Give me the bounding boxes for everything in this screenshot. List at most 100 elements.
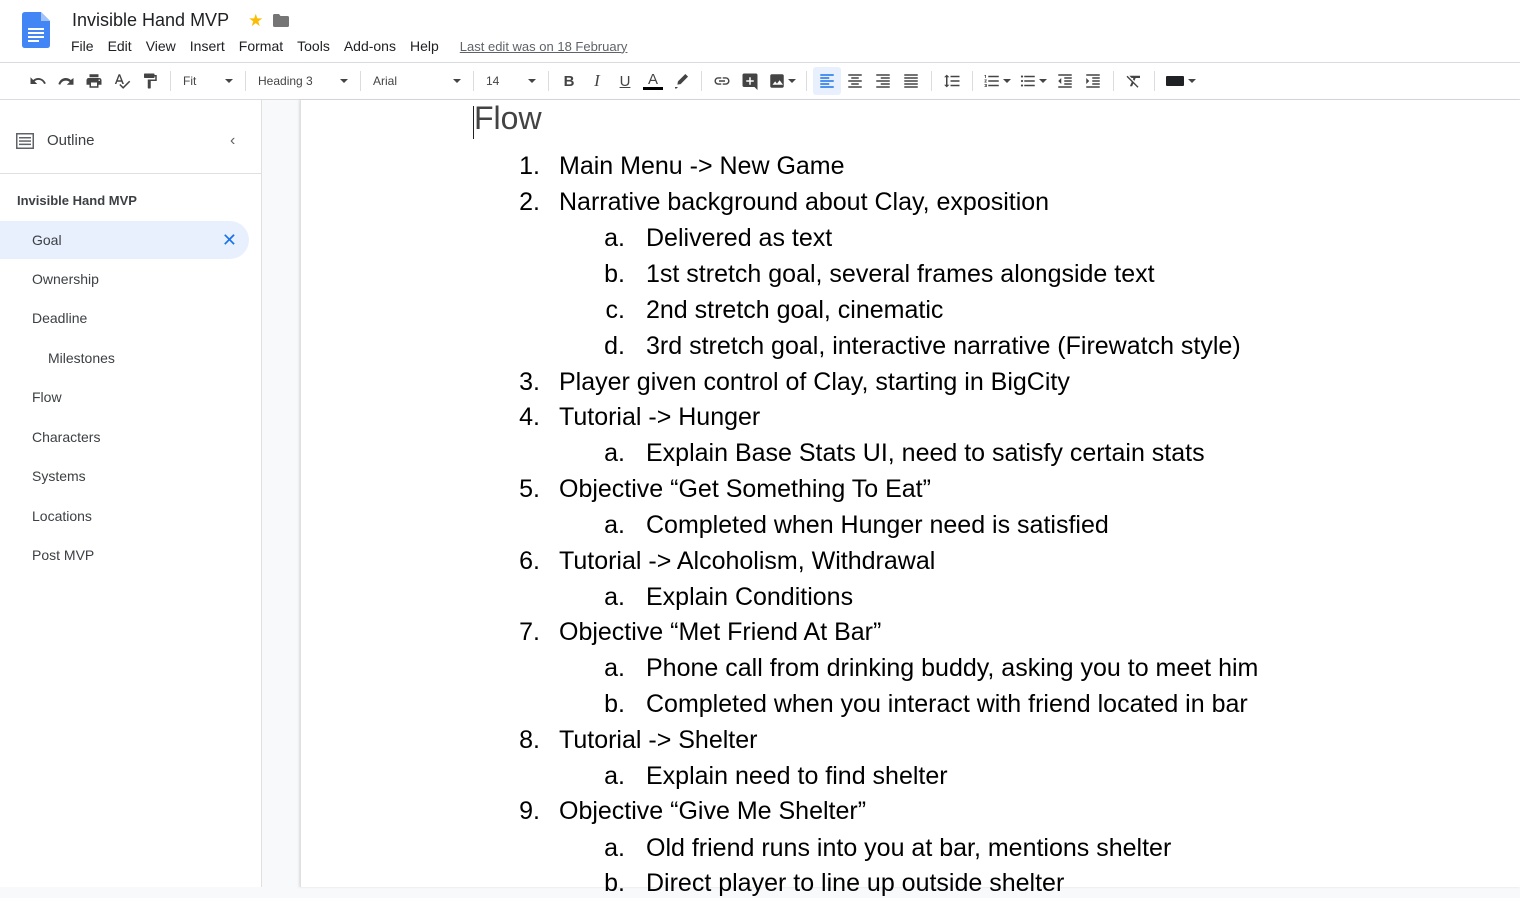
menu-file[interactable]: File xyxy=(64,36,101,56)
outline-item-locations[interactable]: Locations xyxy=(0,497,249,535)
close-icon[interactable]: ✕ xyxy=(222,230,237,251)
menu-view[interactable]: View xyxy=(139,36,183,56)
text-color-swatch xyxy=(643,86,663,90)
bold-button[interactable]: B xyxy=(555,67,583,95)
paint-format-icon[interactable] xyxy=(136,67,164,95)
list-text: Objective “Get Something To Eat” xyxy=(559,475,931,503)
list-number: a. xyxy=(604,654,625,682)
document-title[interactable]: Invisible Hand MVP xyxy=(71,8,230,33)
print-icon[interactable] xyxy=(80,67,108,95)
style-select[interactable]: Heading 3 xyxy=(252,67,354,95)
align-left-icon[interactable] xyxy=(813,67,841,95)
list-text: Tutorial -> Shelter xyxy=(559,726,758,754)
list-number: 9. xyxy=(519,797,540,825)
toolbar-divider xyxy=(473,71,474,91)
list-text: Explain Base Stats UI, need to satisfy c… xyxy=(646,439,1205,467)
document-page[interactable]: Flow 1. Main Menu -> New Game 2. Narrative… xyxy=(300,100,1520,897)
outline-item-ownership[interactable]: Ownership xyxy=(0,260,249,298)
list-text: Old friend runs into you at bar, mention… xyxy=(646,834,1172,862)
menu-addons[interactable]: Add-ons xyxy=(337,36,403,56)
undo-icon[interactable] xyxy=(24,67,52,95)
list-number: 8. xyxy=(519,726,540,754)
folder-icon[interactable] xyxy=(273,14,290,27)
chevron-down-icon xyxy=(1188,79,1196,83)
list-number: 1. xyxy=(519,152,540,180)
toolbar-divider xyxy=(806,71,807,91)
outline-icon xyxy=(16,133,34,149)
line-spacing-icon[interactable] xyxy=(938,67,966,95)
chevron-down-icon xyxy=(1039,79,1047,83)
outline-item-milestones[interactable]: Milestones xyxy=(0,339,249,377)
document-outline: Outline ‹ Invisible Hand MVP Goal ✕ Owne… xyxy=(0,100,262,887)
header-bar: Invisible Hand MVP ★ File Edit View Inse… xyxy=(0,0,1520,62)
outline-doc-title[interactable]: Invisible Hand MVP xyxy=(17,193,137,208)
link-icon[interactable] xyxy=(708,67,736,95)
toolbar-divider xyxy=(548,71,549,91)
outline-item-label: Characters xyxy=(32,429,101,445)
outline-item-flow[interactable]: Flow xyxy=(0,378,249,416)
list-number: c. xyxy=(605,296,625,324)
toolbar-divider xyxy=(1154,71,1155,91)
insert-image-icon[interactable] xyxy=(764,67,800,95)
font-size-value: 14 xyxy=(486,74,500,88)
add-comment-icon[interactable] xyxy=(736,67,764,95)
zoom-select[interactable]: Fit xyxy=(177,67,239,95)
list-text: Tutorial -> Hunger xyxy=(559,403,761,431)
font-size-select[interactable]: 14 xyxy=(480,67,542,95)
list-number: 2. xyxy=(519,188,540,216)
list-number: b. xyxy=(604,690,625,718)
increase-indent-icon[interactable] xyxy=(1079,67,1107,95)
menu-edit[interactable]: Edit xyxy=(101,36,139,56)
menu-format[interactable]: Format xyxy=(232,36,290,56)
docs-logo-icon[interactable] xyxy=(22,12,50,48)
list-text: Phone call from drinking buddy, asking y… xyxy=(646,654,1259,682)
spellcheck-icon[interactable] xyxy=(108,67,136,95)
toolbar: Fit Heading 3 Arial 14 B I U A xyxy=(0,62,1520,100)
chevron-left-icon[interactable]: ‹ xyxy=(230,132,235,150)
menu-help[interactable]: Help xyxy=(403,36,446,56)
outline-item-goal[interactable]: Goal ✕ xyxy=(0,221,249,259)
clear-formatting-icon[interactable] xyxy=(1120,67,1148,95)
list-text: Narrative background about Clay, exposit… xyxy=(559,188,1050,216)
font-select[interactable]: Arial xyxy=(367,67,467,95)
outline-item-post-mvp[interactable]: Post MVP xyxy=(0,536,249,574)
menu-tools[interactable]: Tools xyxy=(290,36,337,56)
section-heading[interactable]: Flow xyxy=(474,100,542,137)
last-edit-link[interactable]: Last edit was on 18 February xyxy=(460,39,628,54)
outline-item-characters[interactable]: Characters xyxy=(0,418,249,456)
italic-button[interactable]: I xyxy=(583,67,611,95)
redo-icon[interactable] xyxy=(52,67,80,95)
list-text: 2nd stretch goal, cinematic xyxy=(646,296,944,324)
chevron-down-icon xyxy=(453,79,461,83)
input-tools-icon[interactable] xyxy=(1161,67,1201,95)
list-text: 1st stretch goal, several frames alongsi… xyxy=(646,260,1155,288)
star-icon[interactable]: ★ xyxy=(248,11,263,30)
toolbar-divider xyxy=(931,71,932,91)
underline-button[interactable]: U xyxy=(611,67,639,95)
font-value: Arial xyxy=(373,74,398,88)
chevron-down-icon xyxy=(788,79,796,83)
text-color-button[interactable]: A xyxy=(639,67,667,95)
list-number: a. xyxy=(604,224,625,252)
outline-item-deadline[interactable]: Deadline xyxy=(0,299,249,337)
menu-insert[interactable]: Insert xyxy=(183,36,232,56)
toolbar-divider xyxy=(972,71,973,91)
outline-item-label: Goal xyxy=(32,232,62,248)
list-number: b. xyxy=(604,260,625,288)
list-text: Tutorial -> Alcoholism, Withdrawal xyxy=(559,547,936,575)
zoom-value: Fit xyxy=(183,74,197,88)
list-number: a. xyxy=(604,511,625,539)
numbered-list-icon[interactable] xyxy=(979,67,1015,95)
list-text: Main Menu -> New Game xyxy=(559,152,845,180)
decrease-indent-icon[interactable] xyxy=(1051,67,1079,95)
toolbar-divider xyxy=(245,71,246,91)
list-number: a. xyxy=(604,439,625,467)
align-center-icon[interactable] xyxy=(841,67,869,95)
align-justify-icon[interactable] xyxy=(897,67,925,95)
bulleted-list-icon[interactable] xyxy=(1015,67,1051,95)
highlight-icon[interactable] xyxy=(667,67,695,95)
outline-item-systems[interactable]: Systems xyxy=(0,457,249,495)
align-right-icon[interactable] xyxy=(869,67,897,95)
chevron-down-icon xyxy=(340,79,348,83)
list-text: Objective “Give Me Shelter” xyxy=(559,797,867,825)
